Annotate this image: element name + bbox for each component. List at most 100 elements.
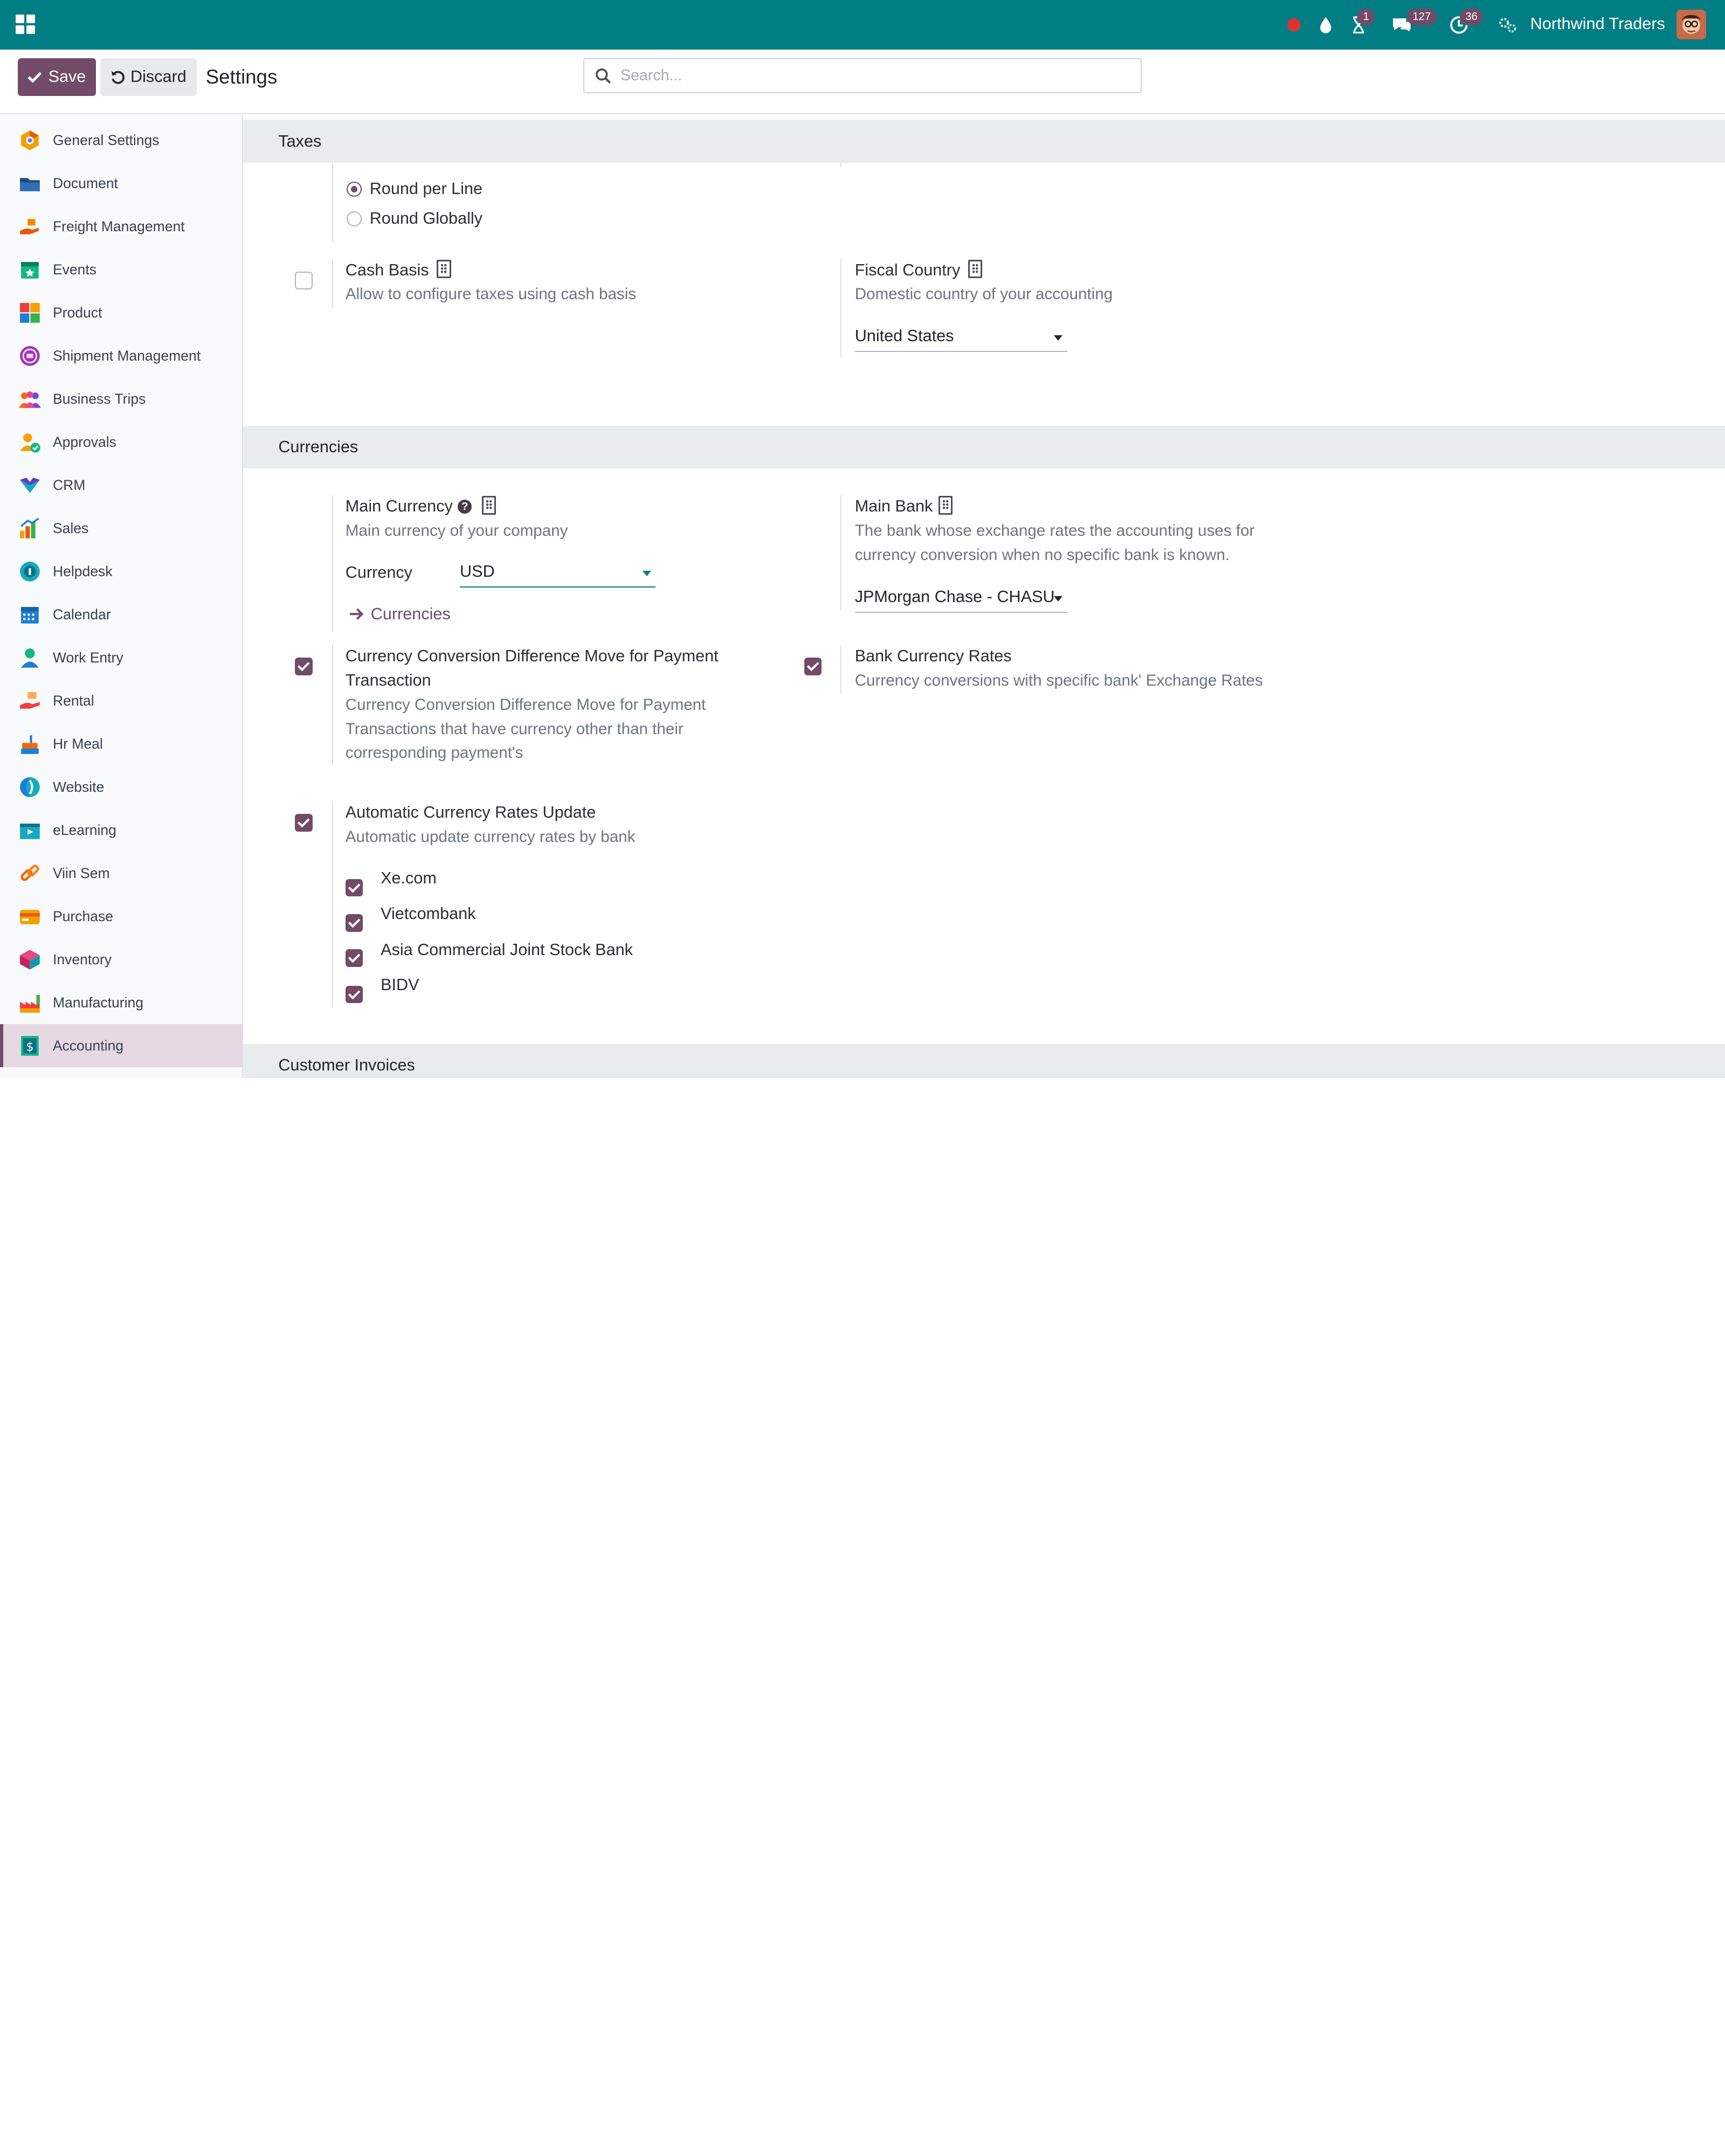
main-currency-desc: Main currency of your company [345,522,568,540]
hr-meal-icon [19,733,41,755]
divider [840,258,842,358]
bank-option-label[interactable]: Xe.com [381,869,437,888]
sidebar-item-label: General Settings [52,132,160,148]
currencies-link[interactable]: Currencies [349,605,451,624]
avatar[interactable] [1676,10,1707,40]
debug-gears-icon[interactable] [1496,0,1518,50]
sidebar-item-freight-management[interactable]: Freight Management [0,205,242,248]
company-building-icon [938,496,953,515]
app-menu-icon[interactable] [15,14,36,34]
sidebar-item-label: Hr Meal [52,735,103,752]
sidebar-item-events[interactable]: Events [0,248,242,291]
bank-xe-checkbox[interactable] [345,879,363,897]
divider [840,163,842,168]
sidebar-item-label: Helpdesk [52,563,113,579]
sidebar-item-label: Freight Management [52,218,185,234]
fiscal-country-select[interactable]: United States [854,326,1067,353]
bank-bidv-checkbox[interactable] [345,985,363,1004]
sidebar-item-label: CRM [52,476,86,493]
sidebar-item-rental[interactable]: Rental [0,679,242,722]
round-globally-radio[interactable] [346,211,362,227]
bank-vietcombank-checkbox[interactable] [345,914,363,932]
round-globally-label[interactable]: Round Globally [370,209,482,228]
accounting-icon: $ [19,1035,41,1057]
company-switcher[interactable]: Northwind Traders [1530,15,1665,33]
customer-invoices-section-header: Customer Invoices [243,1044,1725,1078]
bank-currency-rates-label: Bank Currency Rates [854,646,1012,665]
search-icon [596,68,611,84]
sidebar-item-inventory[interactable]: Inventory [0,938,242,981]
sidebar-item-crm[interactable]: CRM [0,464,242,507]
save-button[interactable]: Save [17,58,96,96]
sidebar-item-elearning[interactable]: eLearning [0,808,242,852]
sidebar-item-work-entry[interactable]: Work Entry [0,636,242,679]
clock-badge: 36 [1460,9,1484,25]
bank-option-label[interactable]: Asia Commercial Joint Stock Bank [381,941,633,959]
currency-value: USD [460,562,495,581]
taxes-section-header: Taxes [243,120,1725,163]
bank-currency-rates-checkbox[interactable] [804,658,822,676]
round-per-line-radio[interactable] [346,181,362,197]
bank-option-label[interactable]: BIDV [381,976,419,994]
sidebar-item-label: Document [52,175,118,191]
search-box [583,58,1142,94]
customer-invoices-heading: Customer Invoices [278,1056,415,1075]
sidebar-item-accounting[interactable]: $ Accounting [0,1024,242,1067]
divider [332,800,334,1008]
check-icon [27,71,42,83]
svg-text:$: $ [26,1040,33,1054]
sidebar-item-purchase[interactable]: Purchase [0,895,242,938]
drop-icon[interactable] [1316,0,1336,50]
currency-select[interactable]: USD [460,561,656,588]
cash-basis-checkbox[interactable] [294,272,313,289]
conversion-difference-desc-line-2: Transactions that have currency other th… [345,720,684,738]
sidebar-item-product[interactable]: Product [0,291,242,334]
viin-sem-icon [19,862,41,884]
sidebar-item-manufacturing[interactable]: Manufacturing [0,981,242,1024]
sidebar-item-document[interactable]: Document [0,162,242,205]
top-navbar: 1 127 36 Northwind Traders [0,0,1725,50]
business-trips-icon [18,388,41,410]
discard-button[interactable]: Discard [100,58,197,96]
auto-rates-update-checkbox[interactable] [294,814,313,832]
freight-icon [19,216,41,238]
main-bank-value: JPMorgan Chase - CHASU [854,587,1055,606]
company-building-icon [968,259,983,279]
sidebar-item-general-settings[interactable]: General Settings [0,119,242,162]
sidebar-item-label: Manufacturing [52,994,143,1011]
bank-acb-checkbox[interactable] [345,949,363,967]
sidebar-item-website[interactable]: Website [0,765,242,808]
sidebar-item-viin-sem[interactable]: Viin Sem [0,852,242,895]
sidebar-item-sales[interactable]: Sales [0,507,242,550]
main-bank-select[interactable]: JPMorgan Chase - CHASU [854,586,1067,613]
sidebar-item-calendar[interactable]: Calendar [0,593,242,636]
sidebar-item-hr-meal[interactable]: Hr Meal [0,722,242,765]
conversion-difference-desc-line-3: corresponding payment's [345,744,523,762]
messages-badge: 127 [1407,9,1437,25]
conversion-difference-label-line-1: Currency Conversion Difference Move for … [345,646,719,665]
record-icon[interactable] [1283,0,1305,50]
events-icon [19,259,41,281]
purchase-icon [19,906,41,928]
app-root: 1 127 36 Northwind Traders Save Discard … [0,0,1725,1078]
round-per-line-label[interactable]: Round per Line [370,179,482,198]
sidebar-item-business-trips[interactable]: Business Trips [0,377,242,420]
search-input[interactable] [620,64,1127,88]
product-icon [19,302,41,324]
divider [332,163,334,242]
conversion-difference-label-line-2: Transaction [345,671,431,689]
fiscal-country-label: Fiscal Country [854,260,961,279]
sidebar-item-label: Business Trips [52,390,146,407]
rental-icon [19,690,41,712]
caret-down-icon [643,571,652,576]
help-icon[interactable]: ? [457,499,472,514]
divider [332,644,334,766]
sidebar-item-label: Purchase [52,908,113,924]
bank-option-label[interactable]: Vietcombank [381,904,475,923]
sidebar-item-helpdesk[interactable]: Helpdesk [0,550,242,593]
company-building-icon [437,259,451,279]
conversion-difference-checkbox[interactable] [294,658,313,676]
sidebar-item-approvals[interactable]: Approvals [0,420,242,464]
sidebar-item-shipment-management[interactable]: Shipment Management [0,334,242,377]
messages-icon[interactable] [1390,0,1414,50]
